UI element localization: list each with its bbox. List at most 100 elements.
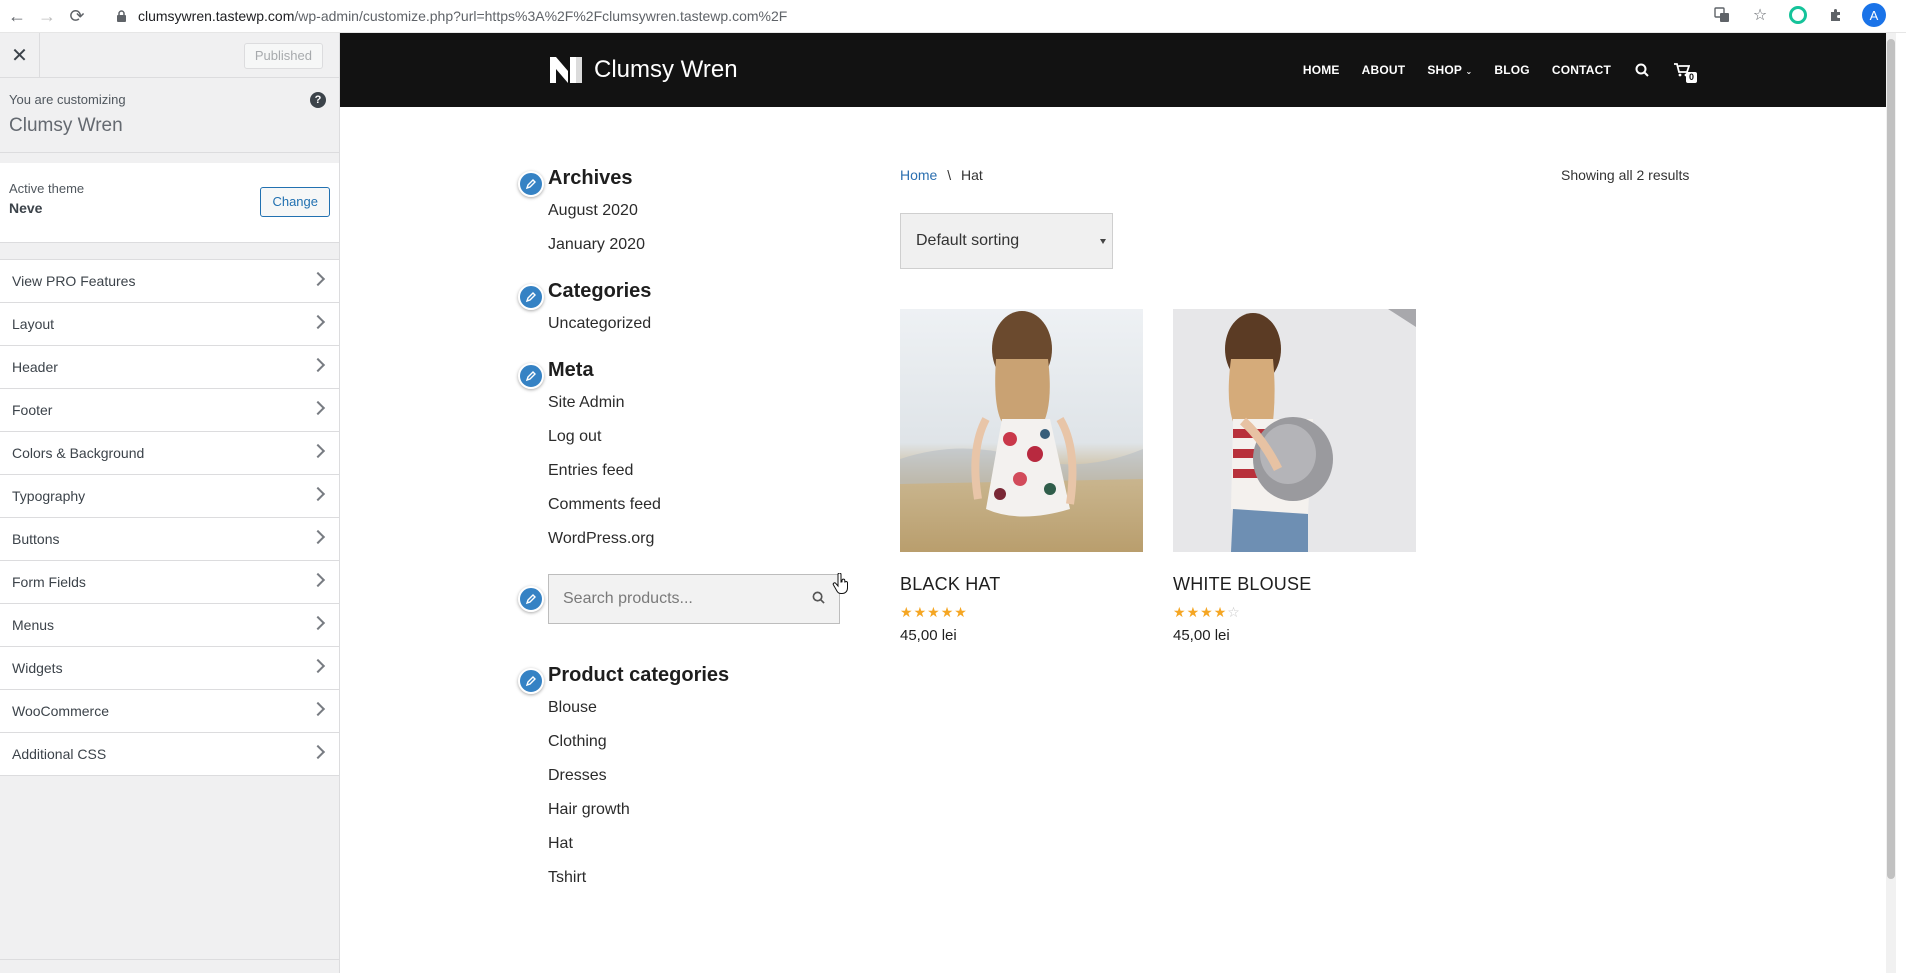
section-footer[interactable]: Footer (0, 389, 339, 432)
customizing-info: You are customizing Clumsy Wren ? (0, 78, 339, 153)
section-view-pro-features[interactable]: View PRO Features (0, 260, 339, 303)
archive-link[interactable]: August 2020 (548, 202, 818, 220)
nav-shop[interactable]: SHOP ⌄ (1427, 63, 1472, 77)
forward-icon[interactable]: → (34, 3, 60, 29)
search-icon[interactable] (1633, 61, 1651, 79)
meta-link[interactable]: Comments feed (548, 496, 818, 514)
edit-pencil-icon[interactable] (518, 668, 544, 694)
category-link[interactable]: Uncategorized (548, 315, 818, 333)
widget-product-search: Search products... (518, 574, 840, 624)
scrollbar-track[interactable] (1886, 33, 1896, 973)
nav-home[interactable]: HOME (1303, 63, 1340, 77)
profile-avatar[interactable]: A (1862, 3, 1886, 27)
section-header[interactable]: Header (0, 346, 339, 389)
widget-meta: Meta Site Admin Log out Entries feed Com… (518, 359, 818, 548)
edit-pencil-icon[interactable] (518, 284, 544, 310)
product-category-link[interactable]: Clothing (548, 733, 818, 751)
sorting-select[interactable]: Default sorting (900, 213, 1113, 269)
lock-icon[interactable] (114, 9, 128, 23)
star-rating: ★ ★ ★ ★ ☆ (1173, 605, 1416, 619)
widget-title: Meta (548, 359, 594, 381)
product-title[interactable]: WHITE BLOUSE (1173, 574, 1416, 595)
product-category-link[interactable]: Blouse (548, 699, 818, 717)
product-category-link[interactable]: Hat (548, 835, 818, 853)
chevron-right-icon (310, 400, 326, 416)
chevron-right-icon (310, 357, 326, 373)
edit-pencil-icon[interactable] (518, 586, 544, 612)
section-menus[interactable]: Menus (0, 604, 339, 647)
star-filled-icon: ★ (940, 604, 954, 620)
sorting-value: Default sorting (916, 232, 1020, 249)
nav-blog[interactable]: BLOG (1494, 63, 1529, 77)
edit-pencil-icon[interactable] (518, 363, 544, 389)
section-form-fields[interactable]: Form Fields (0, 561, 339, 604)
section-additional-css[interactable]: Additional CSS (0, 733, 339, 776)
nav-about[interactable]: ABOUT (1362, 63, 1406, 77)
change-theme-button[interactable]: Change (260, 187, 330, 217)
breadcrumb-separator: \ (947, 167, 952, 183)
section-typography[interactable]: Typography (0, 475, 339, 518)
star-filled-icon: ★ (1200, 604, 1213, 620)
meta-link[interactable]: WordPress.org (548, 530, 818, 548)
reload-icon[interactable]: ⟳ (64, 3, 90, 29)
meta-link[interactable]: Entries feed (548, 462, 818, 480)
product-image[interactable] (1173, 309, 1416, 552)
cart-count-badge: 0 (1686, 72, 1697, 83)
widget-title: Product categories (548, 664, 730, 686)
widget-title: Categories (548, 280, 652, 302)
section-widgets[interactable]: Widgets (0, 647, 339, 690)
help-icon[interactable]: ? (310, 92, 326, 108)
product-category-link[interactable]: Tshirt (548, 869, 818, 887)
chevron-right-icon (310, 443, 326, 459)
site-logo[interactable]: Clumsy Wren (550, 55, 738, 85)
close-icon[interactable]: ✕ (0, 33, 40, 77)
section-label: Buttons (12, 531, 60, 547)
translate-icon[interactable] (1710, 3, 1734, 27)
extensions-puzzle-icon[interactable] (1824, 3, 1848, 27)
meta-link[interactable]: Log out (548, 428, 818, 446)
section-label: Footer (12, 402, 53, 418)
chevron-right-icon (310, 314, 326, 330)
chevron-right-icon (310, 572, 326, 588)
product-category-link[interactable]: Hair growth (548, 801, 818, 819)
chevron-right-icon (310, 744, 326, 760)
product-card[interactable]: WHITE BLOUSE ★ ★ ★ ★ ☆ 45,00 lei (1173, 309, 1416, 644)
section-woocommerce[interactable]: WooCommerce (0, 690, 339, 733)
back-icon[interactable]: ← (4, 3, 30, 29)
nav-contact[interactable]: CONTACT (1552, 63, 1611, 77)
logo-mark-icon (550, 55, 582, 85)
published-button[interactable]: Published (243, 43, 323, 69)
widget-product-categories: Product categories Blouse Clothing Dress… (518, 664, 818, 887)
bookmark-star-icon[interactable]: ☆ (1748, 3, 1772, 27)
product-card[interactable]: BLACK HAT ★ ★ ★ ★ ★ 45,00 lei (900, 309, 1143, 644)
section-colors-background[interactable]: Colors & Background (0, 432, 339, 475)
edit-pencil-icon[interactable] (518, 171, 544, 197)
meta-link[interactable]: Site Admin (548, 394, 818, 412)
section-buttons[interactable]: Buttons (0, 518, 339, 561)
product-title[interactable]: BLACK HAT (900, 574, 1143, 595)
grammarly-icon[interactable] (1786, 3, 1810, 27)
star-filled-icon: ★ (1173, 604, 1186, 620)
product-grid: BLACK HAT ★ ★ ★ ★ ★ 45,00 lei WHITE BLOU… (900, 309, 1700, 644)
address-bar[interactable]: clumsywren.tastewp.com/wp-admin/customiz… (138, 8, 787, 24)
star-filled-icon: ★ (1213, 604, 1227, 620)
search-placeholder: Search products... (563, 590, 693, 607)
star-filled-icon: ★ (900, 604, 913, 620)
sidebar-widgets: Archives August 2020 January 2020 Catego… (518, 167, 840, 913)
scrollbar-thumb[interactable] (1887, 39, 1895, 879)
chevron-down-icon: ⌄ (1465, 67, 1473, 76)
archive-link[interactable]: January 2020 (548, 236, 818, 254)
customizer-sections: View PRO Features Layout Header Footer C… (0, 259, 339, 776)
breadcrumb-home-link[interactable]: Home (900, 167, 937, 183)
customizing-label: You are customizing (9, 92, 126, 107)
chevron-right-icon (310, 271, 326, 287)
url-host: clumsywren.tastewp.com (138, 8, 295, 24)
product-search-input[interactable]: Search products... (548, 574, 840, 624)
section-layout[interactable]: Layout (0, 303, 339, 346)
product-image[interactable] (900, 309, 1143, 552)
cart-icon[interactable]: 0 (1673, 61, 1697, 83)
widget-title: Archives (548, 167, 633, 189)
search-icon[interactable] (812, 591, 825, 609)
section-label: Typography (12, 488, 86, 504)
product-category-link[interactable]: Dresses (548, 767, 818, 785)
